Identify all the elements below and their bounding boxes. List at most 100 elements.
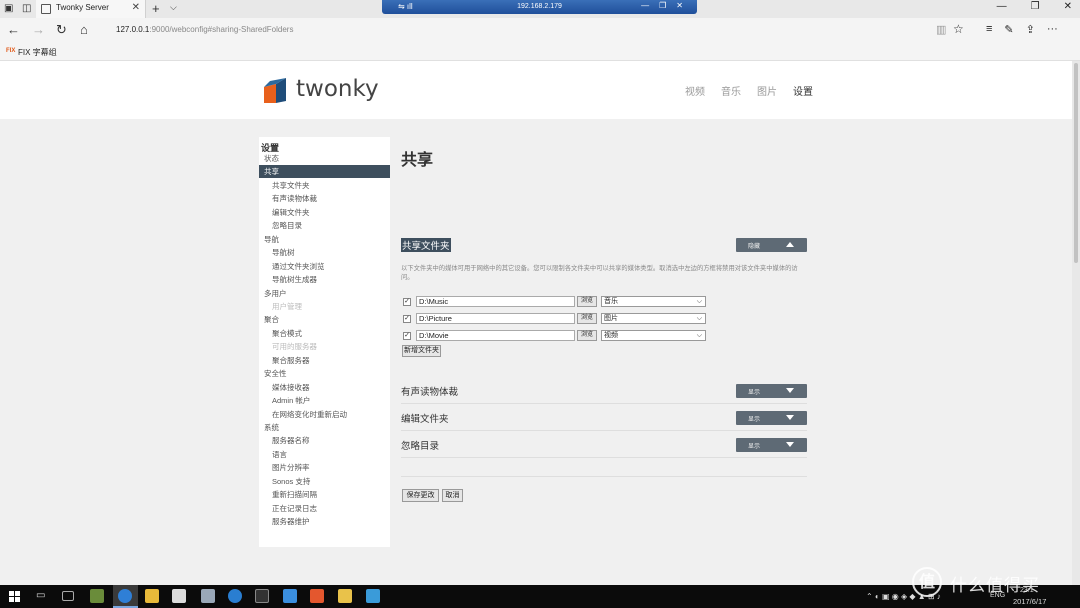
- nav-video[interactable]: 视频: [685, 83, 705, 98]
- save-changes-button[interactable]: 保存更改: [402, 489, 439, 502]
- sidebar-item[interactable]: 导航: [259, 233, 390, 246]
- forward-icon[interactable]: →: [32, 22, 45, 37]
- app-icon-2[interactable]: [201, 589, 215, 603]
- browser-tab[interactable]: Twonky Server ✕: [36, 0, 146, 18]
- sidebar-item[interactable]: 聚合模式: [259, 327, 390, 340]
- sidebar-item[interactable]: 图片分辨率: [259, 461, 390, 474]
- sidebar-item[interactable]: 共享文件夹: [259, 179, 390, 192]
- sidebar-item[interactable]: 通过文件夹浏览: [259, 260, 390, 273]
- pen-icon[interactable]: ✎: [1004, 23, 1013, 36]
- show-section-button[interactable]: 显示: [736, 411, 807, 425]
- voice-icon[interactable]: [62, 591, 74, 601]
- app-icon-1[interactable]: [90, 589, 104, 603]
- nav-photos[interactable]: 图片: [757, 83, 777, 98]
- section-divider: [401, 457, 807, 458]
- tab-manager-icon[interactable]: ▣: [4, 3, 15, 14]
- top-navigation: 视频 音乐 图片 设置: [685, 83, 813, 98]
- logo-wordmark: twonky: [296, 76, 379, 102]
- folder-path-input[interactable]: D:\Music: [416, 296, 575, 307]
- sidebar-item[interactable]: 聚合服务器: [259, 354, 390, 367]
- media-type-select[interactable]: 视频 ⌵: [601, 330, 706, 341]
- plus-icon[interactable]: +: [152, 1, 160, 16]
- refresh-icon[interactable]: ↻: [56, 22, 67, 38]
- reading-view-icon[interactable]: ▥: [936, 23, 946, 36]
- hide-shared-folders-button[interactable]: 隐藏: [736, 238, 807, 252]
- browse-button[interactable]: 浏览: [577, 296, 597, 307]
- store-icon[interactable]: [172, 589, 186, 603]
- more-icon[interactable]: ···: [1047, 23, 1058, 36]
- chevron-down-icon: ⌵: [696, 332, 702, 339]
- twonky-logo[interactable]: twonky: [260, 74, 380, 106]
- sidebar-item[interactable]: 语言: [259, 448, 390, 461]
- folder-path-input[interactable]: D:\Movie: [416, 330, 575, 341]
- task-view-icon[interactable]: ▭: [36, 590, 45, 601]
- app-icon-7[interactable]: [338, 589, 352, 603]
- media-type-select[interactable]: 音乐 ⌵: [601, 296, 706, 307]
- sidebar-item[interactable]: 共享: [259, 165, 390, 179]
- hub-icon[interactable]: ≡: [986, 23, 992, 36]
- cancel-button[interactable]: 取消: [442, 489, 463, 502]
- media-type-value: 图片: [604, 315, 618, 322]
- sidebar-item[interactable]: 导航树: [259, 246, 390, 259]
- remote-controls: — ❐ ✕: [641, 1, 683, 10]
- folder-enabled-checkbox[interactable]: ✓: [403, 332, 411, 340]
- sidebar-item[interactable]: 状态: [259, 152, 390, 165]
- sidebar-item[interactable]: 导航树生成器: [259, 273, 390, 286]
- sidebar-item[interactable]: 聚合: [259, 313, 390, 326]
- shared-folders-title: 共享文件夹: [401, 238, 451, 252]
- url-field[interactable]: 127.0.0.1:9000/webconfig#sharing-SharedF…: [116, 25, 293, 34]
- close-tab-icon[interactable]: ✕: [132, 2, 140, 13]
- sidebar-item[interactable]: 重新扫描间隔: [259, 488, 390, 501]
- close-window-icon[interactable]: ✕: [1064, 1, 1072, 12]
- sidebar-item[interactable]: 在网络变化时重新启动: [259, 408, 390, 421]
- sidebar-item[interactable]: 服务器维护: [259, 515, 390, 528]
- edge-browser-icon[interactable]: [118, 589, 132, 603]
- sidebar-item[interactable]: Sonos 支持: [259, 475, 390, 488]
- share-icon[interactable]: ⇪: [1026, 23, 1035, 36]
- sidebar-item[interactable]: 媒体接收器: [259, 381, 390, 394]
- chevron-down-icon[interactable]: ⌵: [170, 2, 177, 13]
- folder-path-input[interactable]: D:\Picture: [416, 313, 575, 324]
- sidebar-item[interactable]: 正在记录日志: [259, 502, 390, 515]
- tab-preview-icon[interactable]: ◫: [22, 3, 33, 14]
- sidebar-item[interactable]: 系统: [259, 421, 390, 434]
- file-explorer-icon[interactable]: [145, 589, 159, 603]
- windows-start-icon[interactable]: [9, 591, 20, 602]
- page-title: 共享: [401, 152, 434, 169]
- page-scrollbar[interactable]: [1072, 61, 1080, 585]
- app-icon-6[interactable]: [310, 589, 324, 603]
- close-icon[interactable]: ✕: [676, 1, 683, 10]
- nav-settings[interactable]: 设置: [793, 83, 813, 98]
- sidebar-item[interactable]: Admin 帐户: [259, 394, 390, 407]
- folder-enabled-checkbox[interactable]: ✓: [403, 315, 411, 323]
- back-icon[interactable]: ←: [7, 22, 20, 37]
- sidebar-item[interactable]: 有声读物体裁: [259, 192, 390, 205]
- restore-icon[interactable]: ❐: [659, 1, 666, 10]
- app-icon-3[interactable]: [228, 589, 242, 603]
- browse-button[interactable]: 浏览: [577, 330, 597, 341]
- app-icon-8[interactable]: [366, 589, 380, 603]
- scrollbar-thumb[interactable]: [1074, 63, 1078, 263]
- section-divider: [401, 430, 807, 431]
- folder-enabled-checkbox[interactable]: ✓: [403, 298, 411, 306]
- minimize-icon[interactable]: —: [997, 1, 1007, 12]
- browse-button[interactable]: 浏览: [577, 313, 597, 324]
- restore-icon[interactable]: ❐: [1031, 1, 1040, 12]
- app-icon-5[interactable]: [283, 589, 297, 603]
- sidebar-item[interactable]: 多用户: [259, 287, 390, 300]
- sidebar-item[interactable]: 忽略目录: [259, 219, 390, 232]
- add-folder-button[interactable]: 新增文件夹: [402, 345, 441, 357]
- show-section-button[interactable]: 显示: [736, 384, 807, 398]
- nav-music[interactable]: 音乐: [721, 83, 741, 98]
- chevron-up-icon: [786, 242, 794, 247]
- minimize-icon[interactable]: —: [641, 1, 649, 10]
- show-section-button[interactable]: 显示: [736, 438, 807, 452]
- media-type-select[interactable]: 图片 ⌵: [601, 313, 706, 324]
- home-icon[interactable]: ⌂: [80, 22, 88, 37]
- sidebar-item[interactable]: 安全性: [259, 367, 390, 380]
- favorite-star-icon[interactable]: ☆: [953, 22, 964, 36]
- sidebar-item[interactable]: 编辑文件夹: [259, 206, 390, 219]
- app-icon-4[interactable]: [255, 589, 269, 603]
- sidebar-item[interactable]: 服务器名称: [259, 434, 390, 447]
- favorite-link[interactable]: FIX 字幕组: [18, 47, 57, 58]
